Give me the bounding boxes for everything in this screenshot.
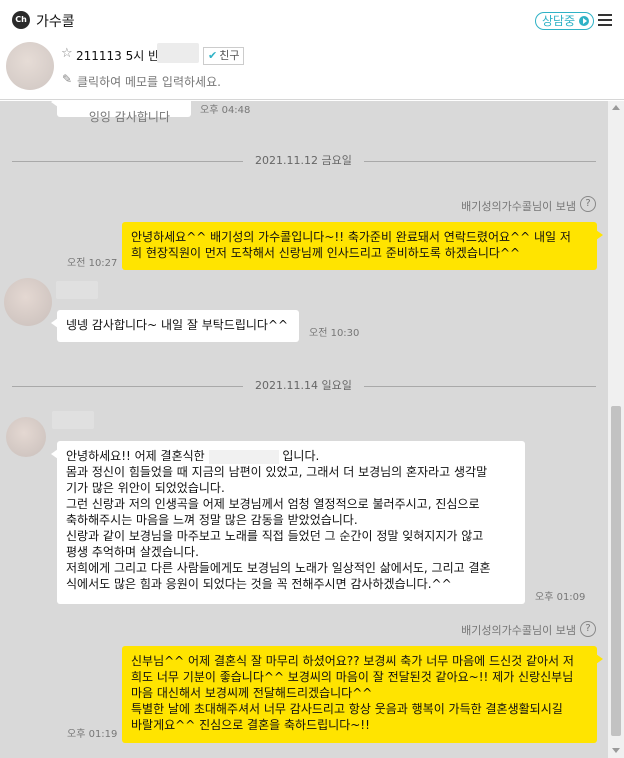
message-time: 오후 01:19: [67, 729, 118, 740]
scrollbar[interactable]: [608, 101, 624, 758]
sender-label: 배기성의가수콜님이 보냄: [461, 624, 576, 637]
message-bubble-partial: 잉잉 감사합니다: [51, 101, 191, 124]
chat-messages: 잉잉 감사합니다 오후 04:48 2021.11.12 금요일 배기성의가수콜…: [0, 101, 608, 758]
chat-window: Ch 가수콜 상담중 ☆ 211113 5시 반포 ✔ 친구 ✎ 클릭하여 메모를…: [0, 0, 624, 758]
friend-badge-label: 친구: [219, 49, 240, 62]
message-bubble-outgoing: 안녕하세요^^ 배기성의 가수콜입니다~!! 축가준비 완료돼서 연락드렸어요^…: [122, 222, 603, 270]
avatar[interactable]: [6, 42, 54, 90]
redacted-name: [157, 43, 199, 63]
star-icon[interactable]: ☆: [61, 46, 73, 62]
help-icon[interactable]: ?: [580, 621, 596, 637]
redacted-name: [208, 449, 279, 464]
message-bubble-incoming: 넹넹 감사합니다~ 내일 잘 부탁드립니다^^: [51, 310, 299, 342]
message-time: 오후 04:48: [200, 105, 251, 116]
message-time: 오후 01:09: [535, 592, 586, 603]
scroll-up-arrow-icon[interactable]: [612, 105, 620, 110]
pencil-icon: ✎: [62, 72, 73, 86]
sender-label: 배기성의가수콜님이 보냄: [461, 200, 576, 213]
status-button[interactable]: 상담중: [535, 12, 595, 30]
message-bubble-outgoing: 신부님^^ 어제 결혼식 잘 마무리 하셨어요?? 보경씨 축가 너무 마음에 …: [122, 646, 603, 743]
sender-name: [52, 411, 94, 429]
message-time: 오전 10:27: [67, 258, 118, 269]
memo-input[interactable]: 클릭하여 메모를 입력하세요.: [77, 73, 221, 90]
help-icon[interactable]: ?: [580, 196, 596, 212]
profile-header: ☆ 211113 5시 반포 ✔ 친구 ✎ 클릭하여 메모를 입력하세요.: [0, 40, 624, 100]
avatar[interactable]: [6, 417, 46, 457]
scroll-thumb[interactable]: [611, 406, 621, 736]
top-bar: Ch 가수콜 상담중: [0, 0, 624, 40]
hamburger-menu-icon[interactable]: [598, 14, 612, 26]
avatar[interactable]: [4, 278, 52, 326]
channel-logo-icon: Ch: [12, 11, 30, 29]
app-title: 가수콜: [36, 14, 75, 30]
check-icon: ✔: [208, 49, 218, 62]
sender-name: [56, 281, 98, 299]
friend-badge: ✔ 친구: [203, 47, 245, 65]
play-arrow-icon: [579, 16, 590, 26]
date-divider: 2021.11.14 일요일: [243, 379, 364, 393]
date-divider: 2021.11.12 금요일: [243, 154, 364, 168]
status-label: 상담중: [542, 14, 576, 28]
message-bubble-incoming: 안녕하세요!! 어제 결혼식한 입니다. 몸과 정신이 힘들었을 때 지금의 남…: [51, 441, 525, 604]
scroll-down-arrow-icon[interactable]: [612, 748, 620, 753]
message-time: 오전 10:30: [309, 328, 360, 339]
